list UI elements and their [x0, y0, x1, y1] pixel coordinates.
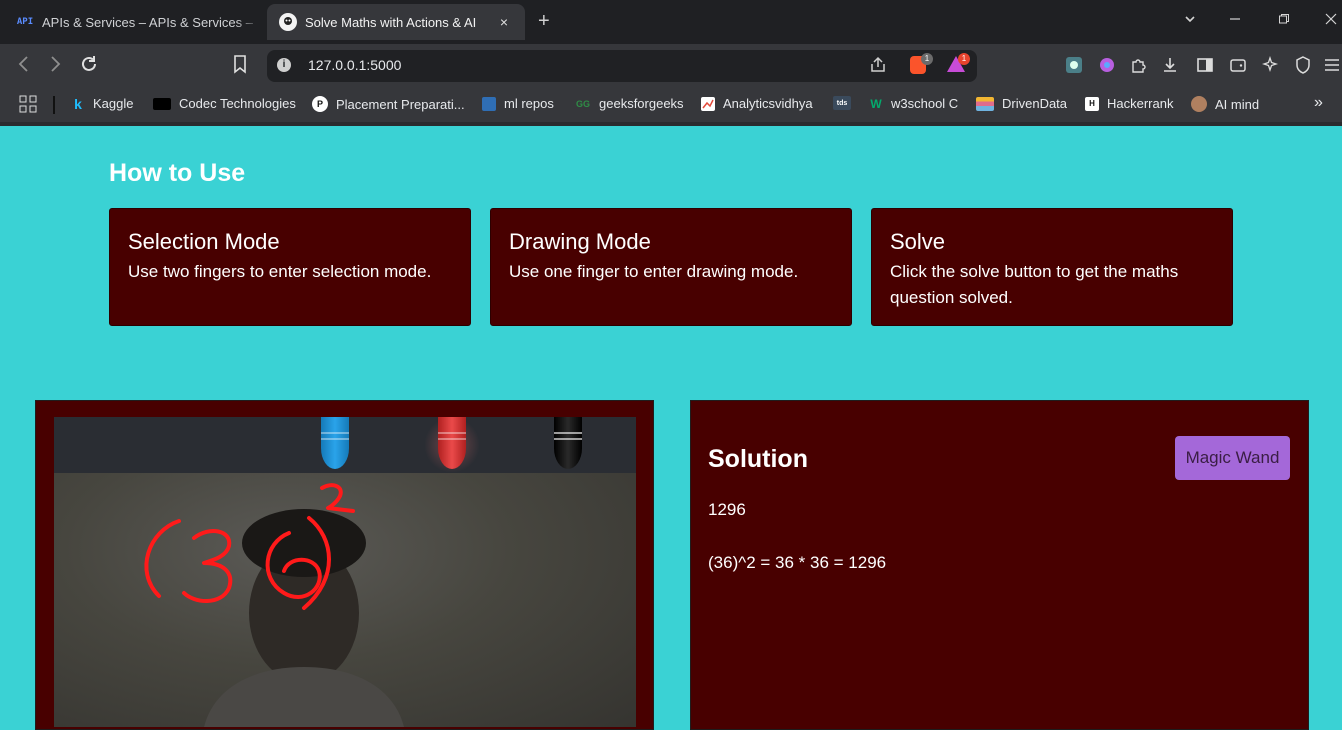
video-feed[interactable] — [54, 417, 636, 727]
bookmarks-bar: k Kaggle Codec Technologies P Placement … — [0, 88, 1342, 126]
address-bar[interactable]: i 127.0.0.1:5000 1 1 — [267, 50, 977, 82]
menu-icon[interactable] — [1322, 56, 1342, 79]
close-window-icon[interactable] — [1325, 12, 1337, 28]
solution-answer: 1296 — [708, 500, 746, 519]
app-favicon — [279, 13, 297, 31]
drawn-expression — [144, 483, 355, 610]
minimize-icon[interactable] — [1229, 12, 1241, 28]
tds-icon: tds — [833, 96, 851, 110]
kaggle-icon: k — [74, 95, 82, 112]
app-page: How to Use Selection Mode Use two finger… — [0, 126, 1342, 730]
sidebar-toggle-icon[interactable] — [1195, 56, 1215, 79]
bookmark-placement[interactable]: P Placement Preparati... — [312, 96, 465, 112]
bookmark-analyticsvidhya[interactable]: Analyticsvidhya — [701, 96, 813, 111]
color-picker-bar — [54, 417, 636, 473]
card-title: Solve — [890, 229, 946, 254]
bookmark-drivendata[interactable]: DrivenData — [976, 96, 1067, 111]
magic-wand-button[interactable]: Magic Wand — [1175, 436, 1290, 480]
bookmark-ai-mind[interactable]: AI mind — [1191, 96, 1259, 112]
solution-panel: Solution Magic Wand 1296 (36)^2 = 36 * 3… — [690, 400, 1309, 730]
reload-icon[interactable] — [79, 54, 99, 80]
crayon-stripes — [321, 432, 582, 440]
bookmark-kaggle[interactable]: k Kaggle — [71, 95, 133, 112]
bookmark-tds[interactable]: tds — [833, 96, 859, 110]
tab-strip: API APIs & Services – APIs & Services – … — [0, 0, 1342, 44]
tab-solve-maths[interactable]: Solve Maths with Actions & AI × — [267, 4, 525, 40]
codec-icon — [153, 97, 171, 110]
card-text: Use one finger to enter drawing mode. — [509, 262, 799, 281]
card-text: Use two fingers to enter selection mode. — [128, 262, 432, 281]
solution-explanation: (36)^2 = 36 * 36 = 1296 — [708, 553, 887, 572]
extension-brain-icon[interactable] — [1097, 56, 1117, 79]
hackerrank-icon: H — [1085, 96, 1099, 111]
bookmark-hackerrank[interactable]: H Hackerrank — [1085, 96, 1173, 111]
tab-title: APIs & Services – APIs & Services – — [42, 14, 253, 30]
drivendata-icon — [976, 96, 994, 111]
leo-ai-icon[interactable] — [1261, 55, 1281, 79]
bookmark-w3school[interactable]: W w3school C — [869, 96, 958, 111]
tab-search-icon[interactable] — [1183, 12, 1197, 29]
bookmark-divider — [53, 96, 55, 114]
extensions-puzzle-icon[interactable] — [1129, 56, 1149, 79]
tab-apis-services[interactable]: API APIs & Services – APIs & Services – — [0, 0, 262, 44]
extension-camera-icon[interactable] — [1064, 56, 1084, 79]
bookmark-codec[interactable]: Codec Technologies — [153, 96, 296, 111]
more-bookmarks-icon[interactable]: » — [1314, 94, 1323, 112]
forward-icon[interactable] — [48, 54, 62, 80]
share-icon[interactable] — [869, 56, 887, 78]
how-to-use-heading: How to Use — [109, 159, 246, 187]
api-favicon: API — [16, 17, 34, 27]
tab-title: Solve Maths with Actions & AI — [305, 14, 477, 30]
bookmark-icon[interactable] — [232, 54, 248, 80]
solution-title: Solution — [708, 445, 808, 473]
download-icon[interactable] — [1160, 56, 1180, 79]
card-title: Drawing Mode — [509, 229, 651, 254]
w3school-icon: W — [870, 96, 882, 111]
selection-mode-card: Selection Mode Use two fingers to enter … — [109, 208, 471, 326]
close-tab-icon[interactable]: × — [495, 14, 513, 30]
ml-repos-icon — [482, 96, 496, 111]
drawing-mode-card: Drawing Mode Use one finger to enter dra… — [490, 208, 852, 326]
ai-mind-icon — [1191, 96, 1207, 112]
plus-icon[interactable]: + — [538, 10, 550, 33]
bookmark-ml-repos[interactable]: ml repos — [482, 96, 554, 111]
url-text[interactable]: 127.0.0.1:5000 — [308, 57, 401, 73]
card-title: Selection Mode — [128, 229, 280, 254]
analyticsvidhya-icon — [701, 96, 715, 111]
wallet-icon[interactable] — [1228, 56, 1248, 79]
restore-icon[interactable] — [1278, 12, 1290, 28]
camera-panel — [35, 400, 654, 730]
site-info-icon[interactable]: i — [277, 58, 291, 72]
card-text: Click the solve button to get the maths … — [890, 262, 1179, 307]
rewards-badge: 1 — [958, 53, 970, 65]
brave-badge: 1 — [921, 53, 933, 65]
placement-icon: P — [312, 96, 328, 112]
bookmark-geeksforgeeks[interactable]: GG geeksforgeeks — [575, 96, 684, 111]
apps-grid-icon[interactable] — [19, 95, 37, 113]
vpn-shield-icon[interactable] — [1293, 56, 1313, 79]
solve-card: Solve Click the solve button to get the … — [871, 208, 1233, 326]
geeksforgeeks-icon: GG — [575, 98, 590, 109]
back-icon[interactable] — [17, 54, 31, 80]
